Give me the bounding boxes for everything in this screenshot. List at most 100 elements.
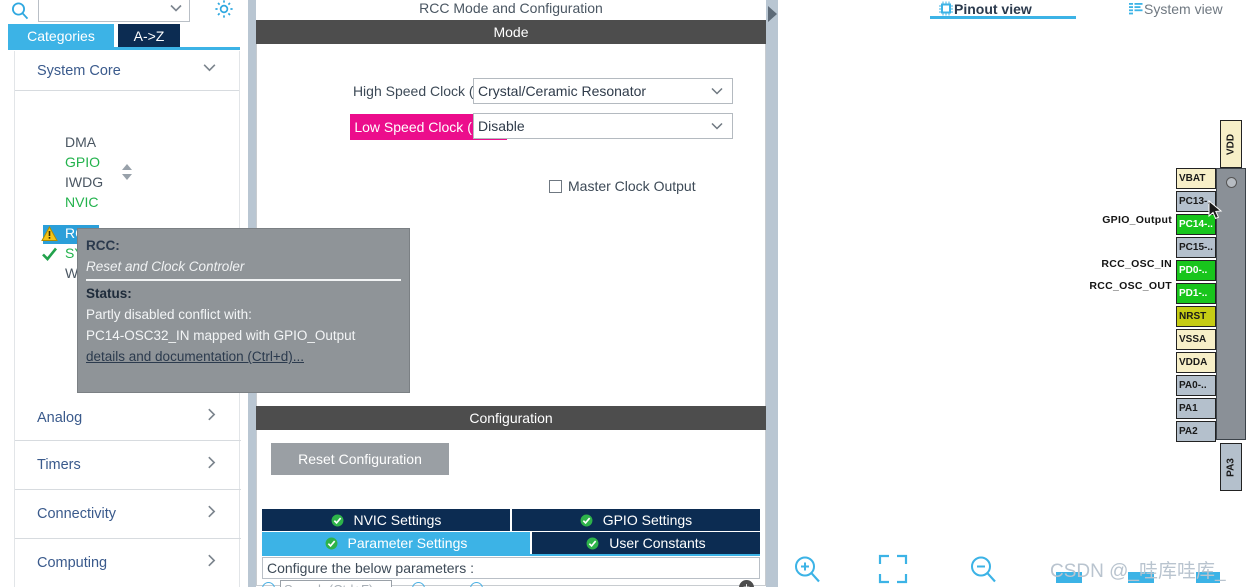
chip-pin-nrst[interactable]: NRST <box>1176 306 1216 327</box>
search-icon[interactable] <box>10 1 30 21</box>
pinout-view-underline <box>930 16 1076 19</box>
tab-user-constants[interactable]: User Constants <box>532 532 760 554</box>
hse-select[interactable]: Crystal/Ceramic Resonator <box>473 78 733 104</box>
check-circle-icon <box>325 535 342 551</box>
zoom-out-icon[interactable] <box>966 552 1000 586</box>
parameter-search-placeholder: Search (Ctrl+F) <box>284 582 373 587</box>
tab-nvic-settings[interactable]: NVIC Settings <box>262 509 510 531</box>
sidebar-category-label: Connectivity <box>37 506 116 522</box>
tab-categories[interactable]: Categories <box>8 24 114 48</box>
tab-system-view[interactable]: System view <box>1128 0 1223 20</box>
pin-label: PA3 <box>1225 458 1237 477</box>
panel-title: RCC Mode and Configuration <box>256 0 766 20</box>
sidebar-category-analog[interactable]: Analog <box>15 395 241 441</box>
chip-pinout-diagram: VDD VBAT PC13-.. PC14-.. PC15-.. PD0-.. … <box>1160 120 1246 491</box>
check-circle-icon <box>586 535 603 551</box>
sidebar-category-label: Analog <box>37 410 83 426</box>
lse-select[interactable]: Disable <box>473 113 733 139</box>
fit-to-screen-icon[interactable] <box>876 552 910 586</box>
master-clock-output-label: Master Clock Output <box>568 178 696 194</box>
hse-value: Crystal/Ceramic Resonator <box>478 83 647 99</box>
search-input[interactable] <box>38 0 190 22</box>
zoom-in-icon[interactable] <box>790 552 824 586</box>
chevron-down-icon[interactable] <box>202 51 217 91</box>
chip-pin-pa0[interactable]: PA0-.. <box>1176 375 1216 396</box>
sidebar-category-timers[interactable]: Timers <box>15 441 241 490</box>
tooltip-documentation-link[interactable]: details and documentation (Ctrl+d)... <box>86 346 401 367</box>
chevron-right-icon[interactable] <box>204 490 219 539</box>
scroll-arrows-icon[interactable] <box>120 163 134 181</box>
field-row-hse: High Speed Clock (HSE) Crystal/Ceramic R… <box>257 78 765 105</box>
sidebar-item-label: DMA <box>65 134 97 150</box>
chevron-down-icon[interactable] <box>710 79 724 110</box>
tab-label: System view <box>1144 1 1223 17</box>
chip-pin-pa3[interactable]: PA3 <box>1220 443 1242 491</box>
chevron-right-icon[interactable] <box>204 441 219 490</box>
sidebar-item-nvic[interactable]: NVIC <box>65 194 98 210</box>
mouse-cursor <box>1208 199 1226 225</box>
tab-gpio-settings[interactable]: GPIO Settings <box>512 509 760 531</box>
splitter-right[interactable] <box>766 0 778 587</box>
sidebar-category-label: System Core <box>37 63 121 79</box>
warning-icon <box>41 225 58 242</box>
sidebar-item-dma[interactable]: DMA <box>65 134 96 150</box>
sidebar-item-gpio[interactable]: GPIO <box>65 154 100 170</box>
pin-signal-labels: GPIO_Output RCC_OSC_IN RCC_OSC_OUT <box>1060 120 1172 465</box>
tab-parameter-settings[interactable]: Parameter Settings <box>262 532 530 554</box>
tab-label: Parameter Settings <box>347 535 468 551</box>
sidebar-category-computing[interactable]: Computing <box>15 539 241 587</box>
gear-icon[interactable] <box>212 0 236 21</box>
reset-configuration-button[interactable]: Reset Configuration <box>271 443 449 475</box>
radio-icon[interactable] <box>470 582 483 587</box>
tooltip-status-line-2: PC14-OSC32_IN mapped with GPIO_Output <box>86 328 356 343</box>
sidebar-item-label: GPIO <box>65 154 101 170</box>
sidebar-category-connectivity[interactable]: Connectivity <box>15 490 241 539</box>
chip-orientation-dot <box>1226 177 1237 188</box>
tab-label: Pinout view <box>954 1 1032 17</box>
configuration-section-header: Configuration <box>256 406 766 430</box>
chip-pin-pd0[interactable]: PD0-.. <box>1176 260 1216 281</box>
chip-pin-vdd[interactable]: VDD <box>1220 120 1242 168</box>
check-icon <box>41 246 58 262</box>
chip-pin-pa2[interactable]: PA2 <box>1176 421 1216 442</box>
field-row-lse: Low Speed Clock (LSE) Disable <box>257 113 765 140</box>
radio-icon[interactable] <box>262 582 275 587</box>
chip-pin-pd1[interactable]: PD1-.. <box>1176 283 1216 304</box>
sidebar-item-label: NVIC <box>65 194 99 210</box>
sidebar-item-iwdg[interactable]: IWDG <box>65 174 103 190</box>
tooltip-divider <box>86 279 401 281</box>
parameter-search-input[interactable]: Search (Ctrl+F) <box>280 580 392 587</box>
chip-pin-vssa[interactable]: VSSA <box>1176 329 1216 350</box>
collapse-arrow-icon[interactable] <box>768 6 777 22</box>
chip-pin-pa1[interactable]: PA1 <box>1176 398 1216 419</box>
pin-label: VDD <box>1225 133 1237 156</box>
radio-icon[interactable] <box>412 582 425 587</box>
expand-icon[interactable]: + <box>739 580 754 587</box>
tooltip-title: RCC: <box>86 238 120 253</box>
chip-pin-vbat[interactable]: VBAT <box>1176 168 1216 189</box>
tab-a-to-z[interactable]: A->Z <box>118 24 180 48</box>
configuration-section: Configuration Reset Configuration NVIC S… <box>256 406 766 587</box>
tab-label: User Constants <box>609 535 706 551</box>
master-clock-output-checkbox[interactable]: Master Clock Output <box>549 178 696 194</box>
sidebar-bottom-categories: Analog Timers Connectivity Computing <box>15 395 241 587</box>
tooltip-subtitle: Reset and Clock Controler <box>86 259 245 274</box>
parameter-search-row: Search (Ctrl+F) + <box>262 580 760 587</box>
checkbox-icon[interactable] <box>549 180 562 193</box>
chevron-down-icon[interactable] <box>169 1 183 18</box>
watermark: CSDN @_哇库哇库_ <box>1050 561 1226 582</box>
sidebar-category-system-core[interactable]: System Core <box>15 51 239 91</box>
rcc-tooltip: RCC: Reset and Clock Controler Status: P… <box>77 228 410 393</box>
chip-pin-pc15[interactable]: PC15-.. <box>1176 237 1216 258</box>
chevron-down-icon[interactable] <box>710 114 724 145</box>
lse-value: Disable <box>478 118 525 134</box>
sidebar-search-row <box>0 0 248 24</box>
chevron-right-icon[interactable] <box>204 395 219 441</box>
mode-section-header: Mode <box>256 20 766 44</box>
chevron-right-icon[interactable] <box>204 539 219 587</box>
tooltip-status-line-1: Partly disabled conflict with: <box>86 307 252 322</box>
sidebar-category-label: Timers <box>37 457 81 473</box>
sidebar-tabs: Categories A->Z <box>8 24 248 48</box>
sidebar-item-label: IWDG <box>65 174 104 190</box>
chip-pin-vdda[interactable]: VDDA <box>1176 352 1216 373</box>
